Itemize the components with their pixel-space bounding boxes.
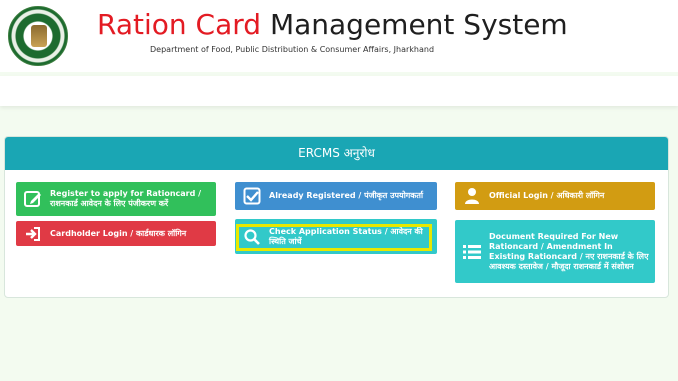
official-login-button[interactable]: Official Login / अधिकारी लॉगिन	[455, 182, 655, 210]
already-registered-label: Already Registered / पंजीकृत उपयोगकर्ता	[269, 191, 424, 200]
header: Ration Card Management System Department…	[0, 0, 678, 72]
cardholder-login-button[interactable]: Cardholder Login / कार्डधारक लॉगिन	[16, 221, 216, 246]
department-subtitle: Department of Food, Public Distribution …	[150, 45, 435, 54]
search-icon	[241, 226, 263, 248]
list-icon	[461, 241, 483, 263]
title-rest: Management System	[261, 8, 568, 41]
nav-band	[0, 76, 678, 106]
jharkhand-emblem-logo	[8, 6, 68, 66]
already-registered-button[interactable]: Already Registered / पंजीकृत उपयोगकर्ता	[235, 182, 437, 210]
register-button[interactable]: Register to apply for Rationcard / राशनक…	[16, 182, 216, 216]
documents-required-button[interactable]: Document Required For New Rationcard / A…	[455, 220, 655, 283]
documents-required-label: Document Required For New Rationcard / A…	[489, 231, 649, 271]
check-square-icon	[241, 185, 263, 207]
sign-in-icon	[22, 223, 44, 245]
check-status-label: Check Application Status / आवेदन की स्थि…	[269, 226, 423, 246]
check-status-button[interactable]: Check Application Status / आवेदन की स्थि…	[235, 219, 437, 254]
register-label: Register to apply for Rationcard / राशनक…	[50, 189, 202, 208]
cardholder-login-label: Cardholder Login / कार्डधारक लॉगिन	[50, 228, 187, 238]
official-login-label: Official Login / अधिकारी लॉगिन	[489, 191, 605, 200]
title-highlight: Ration Card	[97, 8, 262, 41]
user-icon	[461, 185, 483, 207]
edit-icon	[22, 188, 44, 210]
ashoka-emblem-icon	[31, 25, 47, 47]
page-title: Ration Card Management System	[97, 8, 568, 42]
panel-heading: ERCMS अनुरोध	[5, 137, 668, 170]
